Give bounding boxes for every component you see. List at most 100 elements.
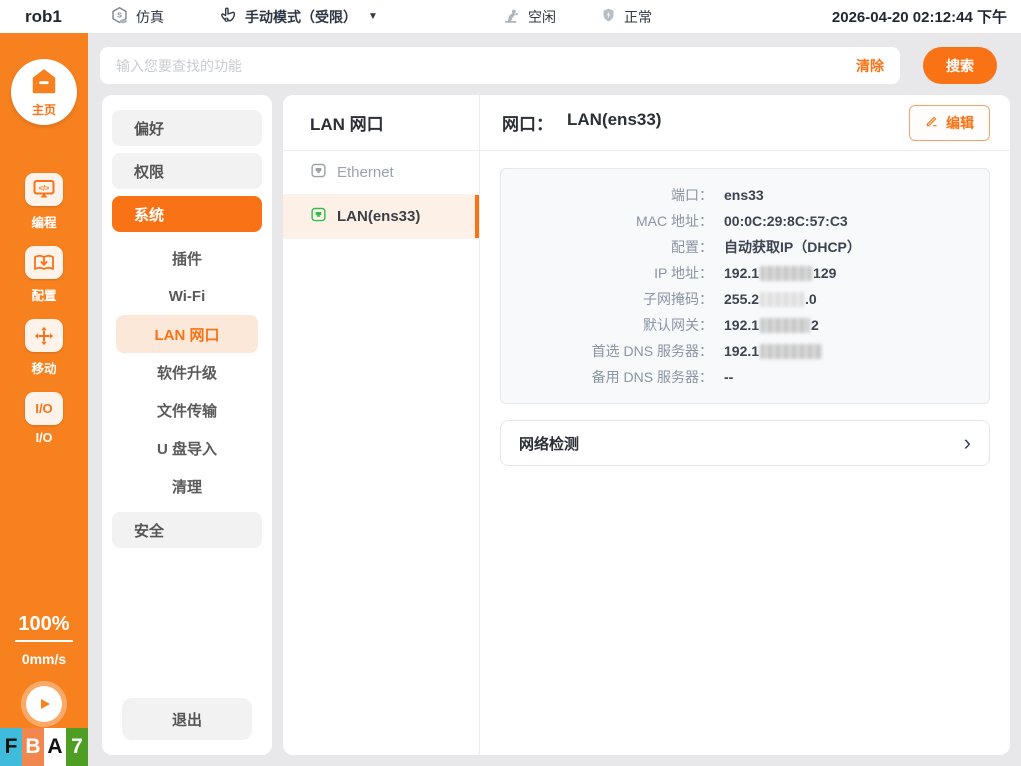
redacted-value — [760, 318, 810, 333]
network-check-label: 网络检测 — [519, 433, 579, 454]
port-title-label: 网口： — [502, 110, 553, 135]
info-row-port: 端口： ens33 — [501, 182, 989, 208]
field-value: -- — [724, 369, 733, 385]
robot-state-label: 空闲 — [528, 7, 556, 27]
port-item-ethernet[interactable]: Ethernet — [283, 151, 479, 195]
mode-selector[interactable]: 1 手动模式（受限） ▼ — [218, 0, 378, 33]
speed-underline — [15, 640, 73, 642]
field-value-suffix: 2 — [811, 317, 819, 333]
safety-state-label: 正常 — [624, 7, 652, 27]
left-rail: 主页 </> 编程 配置 移动 I/O I/O 100% 0mm/s — [0, 33, 88, 728]
port-info-card: 端口： ens33 MAC 地址： 00:0C:29:8C:57:C3 配置： … — [500, 168, 990, 404]
safety-state: 正常 — [600, 0, 652, 33]
redacted-value — [760, 292, 804, 307]
field-label: 端口： — [501, 185, 713, 205]
field-label: 配置： — [501, 237, 713, 257]
speed-percentage[interactable]: 100% — [0, 613, 88, 636]
info-row-gateway: 默认网关： 192.1 2 — [501, 312, 989, 338]
port-detail-column: 网口： LAN(ens33) 编辑 端口： ens33 MAC 地址： 00:0… — [480, 95, 1010, 755]
field-value: 00:0C:29:8C:57:C3 — [724, 213, 848, 229]
menu-subitem-wifi[interactable]: Wi-Fi — [116, 277, 258, 315]
menu-item-security[interactable]: 安全 — [112, 512, 262, 548]
rail-item-move[interactable]: 移动 — [0, 319, 88, 377]
field-label: 首选 DNS 服务器： — [501, 341, 713, 361]
rail-item-home-label: 主页 — [32, 101, 56, 118]
simulation-status[interactable]: S 仿真 — [110, 0, 164, 33]
port-title-value: LAN(ens33) — [567, 110, 661, 135]
settings-menu: 偏好 权限 系统 插件 Wi-Fi LAN 网口 软件升级 文件传输 U 盘导入… — [102, 95, 272, 755]
network-check-row[interactable]: 网络检测 › — [500, 420, 990, 466]
ethernet-port-icon-active — [310, 206, 327, 227]
rail-item-io-label: I/O — [36, 431, 53, 445]
menu-subitem-plugins[interactable]: 插件 — [116, 239, 258, 277]
exit-button[interactable]: 退出 — [122, 698, 252, 740]
field-value: ens33 — [724, 187, 764, 203]
field-value-prefix: 192.1 — [724, 265, 759, 281]
port-item-label: Ethernet — [337, 164, 394, 181]
top-status-bar: rob1 S 仿真 1 手动模式（受限） ▼ 空闲 正常 2026-04-20 … — [0, 0, 1021, 33]
code-monitor-icon: </> — [25, 173, 63, 206]
status-badge-b: B — [22, 728, 44, 766]
menu-item-permissions[interactable]: 权限 — [112, 153, 262, 189]
status-badge-7: 7 — [66, 728, 88, 766]
field-value-prefix: 192.1 — [724, 343, 759, 359]
simulation-label: 仿真 — [136, 7, 164, 27]
simulation-icon: S — [110, 6, 129, 28]
port-detail-header: 网口： LAN(ens33) 编辑 — [480, 95, 1010, 151]
edit-button[interactable]: 编辑 — [909, 105, 990, 141]
field-value-suffix: .0 — [805, 291, 817, 307]
field-label: MAC 地址： — [501, 211, 713, 231]
field-label: 默认网关： — [501, 315, 713, 335]
clear-button[interactable]: 清除 — [856, 56, 884, 76]
mode-label: 手动模式（受限） — [245, 7, 357, 27]
info-row-config: 配置： 自动获取IP（DHCP） — [501, 234, 989, 260]
robot-arm-icon — [502, 6, 521, 28]
redacted-value — [760, 344, 822, 359]
pencil-icon — [925, 114, 939, 131]
rail-item-home[interactable]: 主页 — [11, 59, 77, 125]
play-button[interactable] — [21, 681, 67, 727]
status-badge-a: A — [44, 728, 66, 766]
mode-dropdown-caret[interactable]: ▼ — [368, 11, 378, 22]
redacted-value — [760, 266, 812, 281]
svg-text:S: S — [117, 11, 122, 19]
menu-item-preferences[interactable]: 偏好 — [112, 110, 262, 146]
field-value-suffix: 129 — [813, 265, 836, 281]
rail-item-config-label: 配置 — [31, 285, 56, 304]
field-label: 子网掩码： — [501, 289, 713, 309]
status-badge-f: F — [0, 728, 22, 766]
edit-button-label: 编辑 — [946, 113, 974, 133]
lan-settings-panel: LAN 网口 Ethernet LAN(ens33) 网口： LAN(ens33… — [283, 95, 1010, 755]
menu-subitem-lan[interactable]: LAN 网口 — [116, 315, 258, 353]
search-input[interactable] — [116, 58, 856, 74]
menu-subitem-file-transfer[interactable]: 文件传输 — [116, 391, 258, 429]
play-icon — [26, 686, 62, 722]
rail-item-program[interactable]: </> 编程 — [0, 173, 88, 231]
home-icon — [29, 67, 59, 100]
menu-item-system[interactable]: 系统 — [112, 196, 262, 232]
info-row-dns-primary: 首选 DNS 服务器： 192.1 — [501, 338, 989, 364]
field-label: IP 地址： — [501, 263, 713, 283]
search-button[interactable]: 搜索 — [923, 47, 997, 84]
ethernet-port-icon — [310, 162, 327, 183]
info-row-ip: IP 地址： 192.1 129 — [501, 260, 989, 286]
rail-item-move-label: 移动 — [31, 358, 56, 377]
svg-text:</>: </> — [39, 183, 50, 192]
rail-item-program-label: 编程 — [31, 212, 56, 231]
port-item-lan-ens33[interactable]: LAN(ens33) — [283, 195, 479, 239]
rail-item-io[interactable]: I/O I/O — [0, 392, 88, 445]
menu-subitem-usb-import[interactable]: U 盘导入 — [116, 429, 258, 467]
field-label: 备用 DNS 服务器： — [501, 367, 713, 387]
search-bar: 清除 — [100, 47, 900, 84]
info-row-mac: MAC 地址： 00:0C:29:8C:57:C3 — [501, 208, 989, 234]
menu-subitem-software-update[interactable]: 软件升级 — [116, 353, 258, 391]
field-value-prefix: 192.1 — [724, 317, 759, 333]
shield-icon — [600, 7, 617, 27]
rail-item-config[interactable]: 配置 — [0, 246, 88, 304]
info-row-subnet: 子网掩码： 255.2 .0 — [501, 286, 989, 312]
info-row-dns-secondary: 备用 DNS 服务器： -- — [501, 364, 989, 390]
ports-panel-title: LAN 网口 — [283, 95, 479, 151]
datetime: 2026-04-20 02:12:44 下午 — [832, 0, 1007, 33]
io-icon: I/O — [25, 392, 63, 425]
menu-subitem-cleanup[interactable]: 清理 — [116, 467, 258, 505]
